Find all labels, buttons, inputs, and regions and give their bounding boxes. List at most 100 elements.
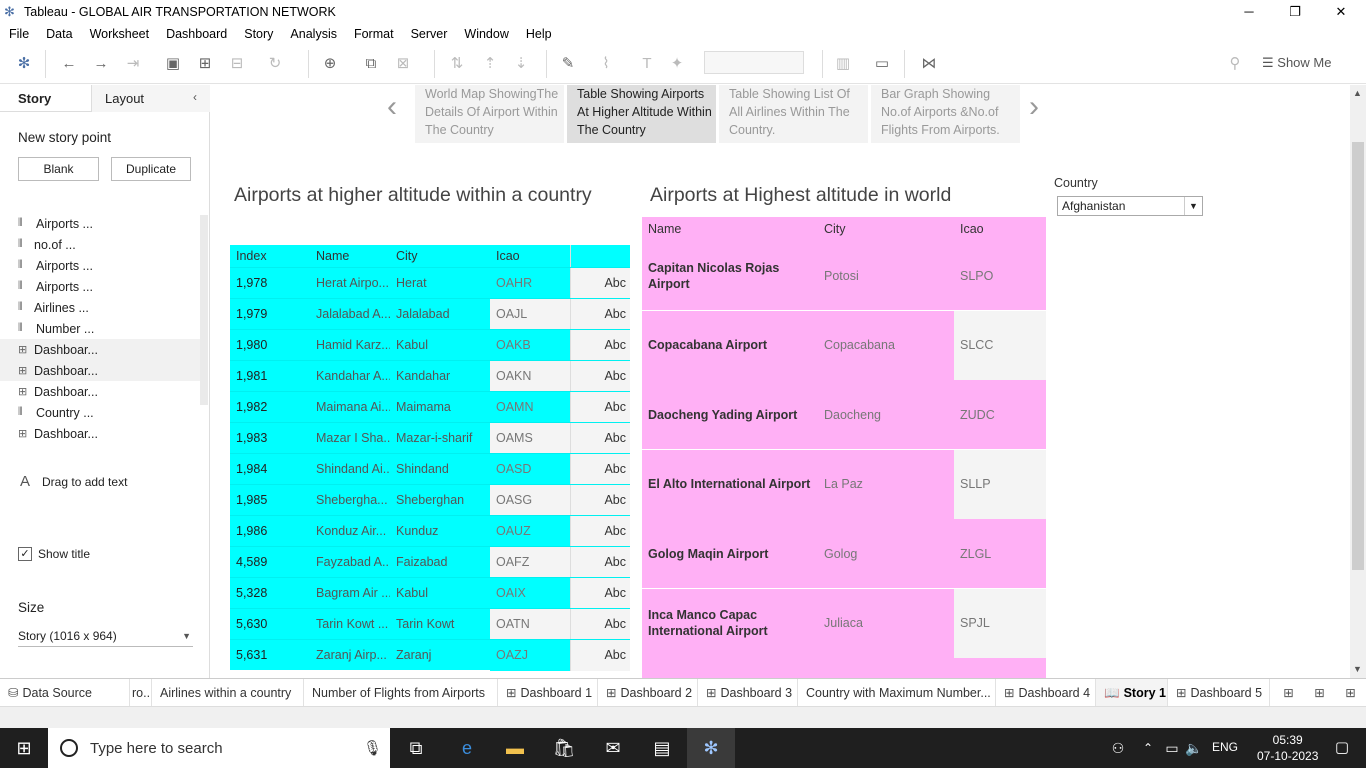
tab-story[interactable]: Story <box>0 85 91 112</box>
sheet-tab[interactable]: Country with Maximum Number... <box>798 679 996 707</box>
tableau-home-icon[interactable]: ✻ <box>13 53 35 75</box>
tableau-taskbar-icon[interactable]: ✻ <box>687 728 735 768</box>
table1-row[interactable]: 1,983 Mazar I Sha... Mazar-i-sharif OAMS Abc <box>230 422 630 454</box>
pin-icon[interactable]: ✦ <box>666 53 688 75</box>
canvas-scrollbar[interactable]: ▲ ▼ <box>1350 85 1366 678</box>
restore-button[interactable]: ❐ <box>1272 0 1318 23</box>
table1-row[interactable]: 5,630 Tarin Kowt ... Tarin Kowt OATN Abc <box>230 608 630 640</box>
sheet-tab[interactable]: ⊞ Dashboard 3 <box>698 679 798 707</box>
sheet-list-item[interactable]: ⊞ Dashboar... <box>0 339 200 360</box>
story-point-1[interactable]: World Map ShowingThe Details Of Airport … <box>415 85 564 143</box>
menu-file[interactable]: File <box>9 27 29 41</box>
table1-row[interactable]: 1,981 Kandahar A... Kandahar OAKN Abc <box>230 360 630 392</box>
task-view-icon[interactable]: ⧉ <box>392 728 440 768</box>
menu-data[interactable]: Data <box>46 27 72 41</box>
table1-row[interactable]: 5,631 Zaranj Airp... Zaranj OAZJ Abc <box>230 639 630 671</box>
scroll-thumb[interactable] <box>1352 142 1364 570</box>
table1-row[interactable]: 1,984 Shindand Ai... Shindand OASD Abc <box>230 453 630 485</box>
new-story-tab-icon[interactable]: ⊞ <box>1335 679 1366 707</box>
minimize-button[interactable]: ─ <box>1226 0 1272 23</box>
show-me-button[interactable]: ☰ Show Me <box>1262 55 1331 71</box>
story-prev-arrow[interactable]: ‹ <box>387 90 397 124</box>
show-title-checkbox[interactable]: ✓ Show title <box>18 547 90 561</box>
collapse-icon[interactable]: ‹ <box>193 90 197 104</box>
sheet-list-item[interactable]: ⊞ Dashboar... <box>0 423 200 444</box>
sheet-list-item[interactable]: ⊞ Dashboar... <box>0 360 200 381</box>
share-icon[interactable]: ⋈ <box>918 53 940 75</box>
new-data-source-icon[interactable]: ⊞ <box>194 53 216 75</box>
drag-to-add-text[interactable]: A Drag to add text <box>20 473 127 490</box>
table1-row[interactable]: 4,589 Fayzabad A... Faizabad OAFZ Abc <box>230 546 630 578</box>
blank-button[interactable]: Blank <box>18 157 99 181</box>
sheet-list-item[interactable]: ⫴ Airports ... <box>0 213 200 234</box>
pause-updates-icon[interactable]: ⊟ <box>226 53 248 75</box>
sheet-list-item[interactable]: ⫴ Country ... <box>0 402 200 423</box>
windows-start-icon[interactable]: ⊞ <box>0 728 48 768</box>
sheet-list-item[interactable]: ⫴ Airports ... <box>0 255 200 276</box>
file-explorer-icon[interactable]: ▬ <box>491 728 539 768</box>
menu-window[interactable]: Window <box>464 27 508 41</box>
table1-row[interactable]: 1,986 Konduz Air... Kunduz OAUZ Abc <box>230 515 630 547</box>
story-next-arrow[interactable]: › <box>1029 90 1039 124</box>
sheet-tab[interactable]: Number of Flights from Airports <box>304 679 498 707</box>
table2-row[interactable]: Inca Manco Capac International Airport Ju… <box>642 588 1046 658</box>
sheet-list-item[interactable]: ⫴ Number ... <box>0 318 200 339</box>
scroll-up-icon[interactable]: ▲ <box>1353 88 1362 98</box>
duplicate-sheet-icon[interactable]: ⧉ <box>360 53 382 75</box>
new-worksheet-icon[interactable]: ⊕ <box>319 53 341 75</box>
story-point-2[interactable]: Table Showing Airports At Higher Altitud… <box>567 85 716 143</box>
save-icon[interactable]: ▣ <box>162 53 184 75</box>
table2-row[interactable]: Golog Maqin Airport Golog ZLGL <box>642 519 1046 588</box>
story-point-3[interactable]: Table Showing List Of All Airlines Withi… <box>719 85 868 143</box>
undo-icon[interactable]: ← <box>58 53 80 75</box>
sheet-tab[interactable]: ro... <box>130 679 152 707</box>
table2-row[interactable]: El Alto International Airport La Paz SLLP <box>642 449 1046 519</box>
table1-row[interactable]: 1,982 Maimana Ai... Maimama OAMN Abc <box>230 391 630 423</box>
menu-dashboard[interactable]: Dashboard <box>166 27 227 41</box>
table1-row[interactable]: 1,978 Herat Airpo... Herat OAHR Abc <box>230 267 630 299</box>
size-select[interactable]: Story (1016 x 964) ▼ <box>18 629 193 647</box>
language-indicator[interactable]: ENG <box>1212 740 1238 754</box>
sheet-tab[interactable]: ⛁ Data Source <box>0 679 130 707</box>
table2-row[interactable]: Daocheng Yading Airport Daocheng ZUDC <box>642 380 1046 449</box>
sheet-tab[interactable]: 📖 Story 1 <box>1096 679 1168 707</box>
menu-format[interactable]: Format <box>354 27 394 41</box>
replay-icon[interactable]: ⇥ <box>122 53 144 75</box>
clock[interactable]: 05:39 07-10-2023 <box>1257 732 1318 764</box>
store-icon[interactable]: 🛍 <box>540 728 588 768</box>
new-worksheet-tab-icon[interactable]: ⊞ <box>1273 679 1304 707</box>
sheet-list-item[interactable]: ⫴ Airports ... <box>0 276 200 297</box>
fit-dropdown[interactable] <box>704 51 804 74</box>
volume-icon[interactable]: 🔈 <box>1170 728 1218 768</box>
country-filter-select[interactable]: Afghanistan ▼ <box>1057 196 1203 216</box>
table1-row[interactable]: 1,985 Shebergha... Sheberghan OASG Abc <box>230 484 630 516</box>
sheet-tab[interactable]: ⊞ Dashboard 4 <box>996 679 1096 707</box>
table1-row[interactable]: 1,979 Jalalabad A... Jalalabad OAJL Abc <box>230 298 630 330</box>
microphone-icon[interactable]: 🎙 <box>363 739 382 757</box>
sheet-tab[interactable]: ⊞ Dashboard 2 <box>598 679 698 707</box>
table1-row[interactable]: 5,328 Bagram Air ... Kabul OAIX Abc <box>230 577 630 609</box>
format-painter-icon[interactable]: ⚲ <box>1224 53 1246 75</box>
menu-story[interactable]: Story <box>244 27 273 41</box>
sheet-tab[interactable]: ⊞ Dashboard 1 <box>498 679 598 707</box>
table2-row[interactable]: Capitan Nicolas Rojas Airport Potosi SLPO <box>642 241 1046 310</box>
taskbar-search[interactable]: Type here to search 🎙 <box>48 728 390 768</box>
scroll-down-icon[interactable]: ▼ <box>1353 664 1362 674</box>
new-dashboard-tab-icon[interactable]: ⊞ <box>1304 679 1335 707</box>
menu-analysis[interactable]: Analysis <box>290 27 337 41</box>
redo-icon[interactable]: → <box>90 53 112 75</box>
notifications-icon[interactable]: ▢ <box>1318 728 1366 768</box>
labels-icon[interactable]: T <box>636 53 658 75</box>
sheet-list-item[interactable]: ⊞ Dashboar... <box>0 381 200 402</box>
refresh-icon[interactable]: ↻ <box>264 53 286 75</box>
menu-worksheet[interactable]: Worksheet <box>90 27 150 41</box>
group-icon[interactable]: ⌇ <box>595 53 617 75</box>
sheet-list-item[interactable]: ⫴ no.of ... <box>0 234 200 255</box>
table2-row[interactable]: Copacabana Airport Copacabana SLCC <box>642 310 1046 380</box>
mail-icon[interactable]: ✉ <box>589 728 637 768</box>
highlight-icon[interactable]: ✎ <box>557 53 579 75</box>
menu-help[interactable]: Help <box>526 27 552 41</box>
sort-descending-icon[interactable]: ⇣ <box>510 53 532 75</box>
duplicate-button[interactable]: Duplicate <box>111 157 191 181</box>
app-icon[interactable]: ▤ <box>638 728 686 768</box>
